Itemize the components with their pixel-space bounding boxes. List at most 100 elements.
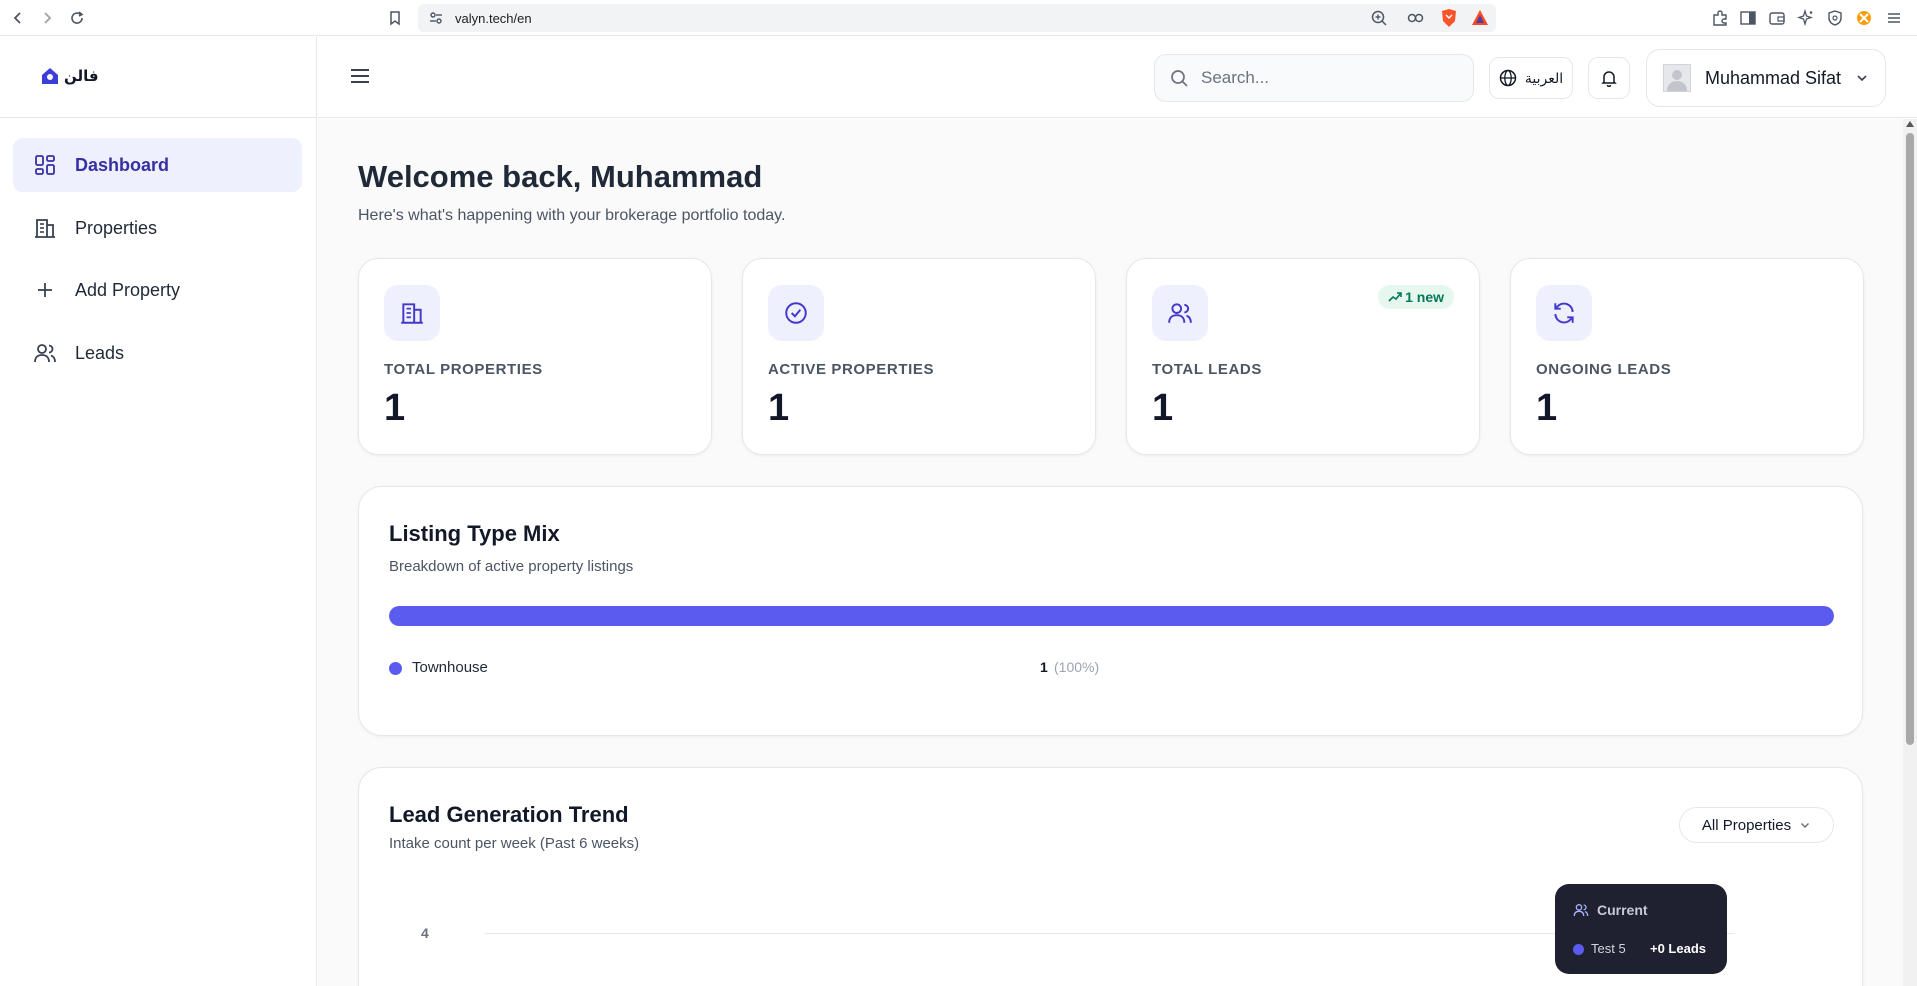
chevron-down-icon <box>1801 822 1810 829</box>
stat-icon-wrapper <box>768 285 824 341</box>
sidebar-item-label: Leads <box>75 342 125 363</box>
plus-icon <box>38 283 52 297</box>
address-bar[interactable]: valyn.tech/en <box>418 4 1496 32</box>
sidebar-item-label: Dashboard <box>75 154 170 175</box>
key-icon[interactable] <box>1406 9 1426 32</box>
badge-text: 1 new <box>1405 289 1444 305</box>
menu-icon[interactable] <box>1883 7 1905 29</box>
chart-tooltip: Current Test 5 +0 Leads <box>1555 884 1727 974</box>
tooltip-series-name: Test 5 <box>1591 941 1626 956</box>
building-icon <box>35 219 55 238</box>
user-placeholder-icon <box>1667 70 1687 91</box>
forward-icon[interactable] <box>37 8 57 28</box>
stat-value: 1 <box>1152 387 1174 429</box>
user-name: Muhammad Sifat <box>1705 67 1842 88</box>
language-switch-button[interactable]: العربية <box>1489 57 1573 99</box>
language-label: العربية <box>1524 69 1564 86</box>
legend-item-count: 1 <box>1040 659 1048 675</box>
reload-icon[interactable] <box>67 8 87 28</box>
stat-icon-wrapper <box>384 285 440 341</box>
stat-value: 1 <box>1536 387 1558 429</box>
scrollbar-thumb[interactable] <box>1906 133 1914 745</box>
app-logo[interactable]: فالن <box>40 67 99 85</box>
sidebar-item-add-property[interactable]: Add Property <box>13 263 302 317</box>
panel-title: Listing Type Mix <box>389 521 560 546</box>
search-icon <box>1171 70 1188 87</box>
zoom-icon[interactable] <box>1370 9 1388 32</box>
site-settings-icon[interactable] <box>428 10 444 31</box>
user-menu-button[interactable]: Muhammad Sifat <box>1646 49 1886 107</box>
stat-card-ongoing-leads[interactable]: ONGOING LEADS 1 <box>1510 258 1864 455</box>
search-box[interactable] <box>1154 54 1474 102</box>
property-filter-dropdown[interactable]: All Properties <box>1679 807 1834 843</box>
panel-subtitle: Breakdown of active property listings <box>389 558 634 575</box>
tooltip-series-value: +0 Leads <box>1650 941 1707 956</box>
back-icon[interactable] <box>8 8 28 28</box>
chevron-down-icon <box>1857 75 1867 82</box>
stat-card-active-properties[interactable]: ACTIVE PROPERTIES 1 <box>742 258 1096 455</box>
panel-title: Lead Generation Trend <box>389 802 629 827</box>
search-input[interactable] <box>1201 68 1441 88</box>
users-icon <box>1573 904 1589 917</box>
listing-mix-bar[interactable] <box>389 606 1834 626</box>
sidebar: فالن Dashboard Properties Add Property L… <box>0 37 317 986</box>
refresh-icon <box>1554 302 1574 324</box>
scroll-up-arrow[interactable] <box>1906 121 1914 127</box>
brave-shield-icon[interactable] <box>1440 8 1458 33</box>
home-logo-icon <box>42 68 58 84</box>
globe-icon <box>1499 69 1517 87</box>
sidebar-item-dashboard[interactable]: Dashboard <box>13 138 302 192</box>
dashboard-icon <box>35 155 55 175</box>
sidebar-toggle-icon[interactable] <box>1737 7 1759 29</box>
lead-generation-trend-panel: Lead Generation Trend Intake count per w… <box>358 767 1863 986</box>
avatar <box>1663 64 1691 92</box>
sidebar-item-label: Properties <box>75 217 158 238</box>
stat-label: TOTAL PROPERTIES <box>384 361 543 378</box>
page-title: Welcome back, Muhammad <box>358 159 763 194</box>
stat-label: TOTAL LEADS <box>1152 361 1262 378</box>
building-icon <box>401 303 423 324</box>
stat-label: ONGOING LEADS <box>1536 361 1672 378</box>
legend-dot <box>389 662 402 675</box>
users-icon <box>34 344 56 363</box>
panel-subtitle: Intake count per week (Past 6 weeks) <box>389 835 640 852</box>
bell-icon <box>1601 71 1617 87</box>
notifications-button[interactable] <box>1588 57 1630 99</box>
stat-label: ACTIVE PROPERTIES <box>768 361 935 378</box>
listing-mix-bar-segment-townhouse[interactable] <box>389 606 1834 626</box>
stat-value: 1 <box>384 387 406 429</box>
listing-type-mix-panel: Listing Type Mix Breakdown of active pro… <box>358 486 1863 736</box>
top-header: العربية Muhammad Sifat <box>318 37 1917 118</box>
page-scrollbar[interactable] <box>1903 119 1917 986</box>
legend-item-name: Townhouse <box>412 659 488 676</box>
main-content: Welcome back, Muhammad Here's what's hap… <box>318 119 1903 986</box>
hamburger-menu-icon[interactable] <box>348 64 372 88</box>
wallet-icon[interactable] <box>1766 7 1788 29</box>
leo-ai-icon[interactable] <box>1795 7 1817 29</box>
trend-up-icon <box>1388 292 1402 302</box>
stat-value: 1 <box>768 387 790 429</box>
browser-toolbar: valyn.tech/en <box>0 0 1917 36</box>
logo-text: فالن <box>64 68 99 85</box>
brave-rewards-icon[interactable] <box>1470 8 1490 33</box>
stat-icon-wrapper <box>1536 285 1592 341</box>
sidebar-item-properties[interactable]: Properties <box>13 201 302 255</box>
users-icon <box>1168 303 1192 323</box>
tooltip-heading: Current <box>1597 902 1648 918</box>
check-circle-icon <box>785 302 807 324</box>
sidebar-item-leads[interactable]: Leads <box>13 326 302 380</box>
chart-grid-line <box>485 933 1735 934</box>
extensions-icon[interactable] <box>1709 7 1731 29</box>
stat-card-total-properties[interactable]: TOTAL PROPERTIES 1 <box>358 258 712 455</box>
profile-extension-icon[interactable] <box>1853 7 1875 29</box>
legend-item-percent: (100%) <box>1054 659 1100 675</box>
filter-label: All Properties <box>1701 816 1792 834</box>
new-leads-badge: 1 new <box>1378 285 1454 309</box>
vpn-shield-icon[interactable] <box>1824 7 1846 29</box>
sidebar-item-label: Add Property <box>75 279 181 300</box>
url-text[interactable]: valyn.tech/en <box>455 11 532 26</box>
bookmark-icon[interactable] <box>385 8 405 28</box>
sidebar-divider <box>0 117 317 118</box>
stat-icon-wrapper <box>1152 285 1208 341</box>
stat-card-total-leads[interactable]: 1 new TOTAL LEADS 1 <box>1126 258 1480 455</box>
